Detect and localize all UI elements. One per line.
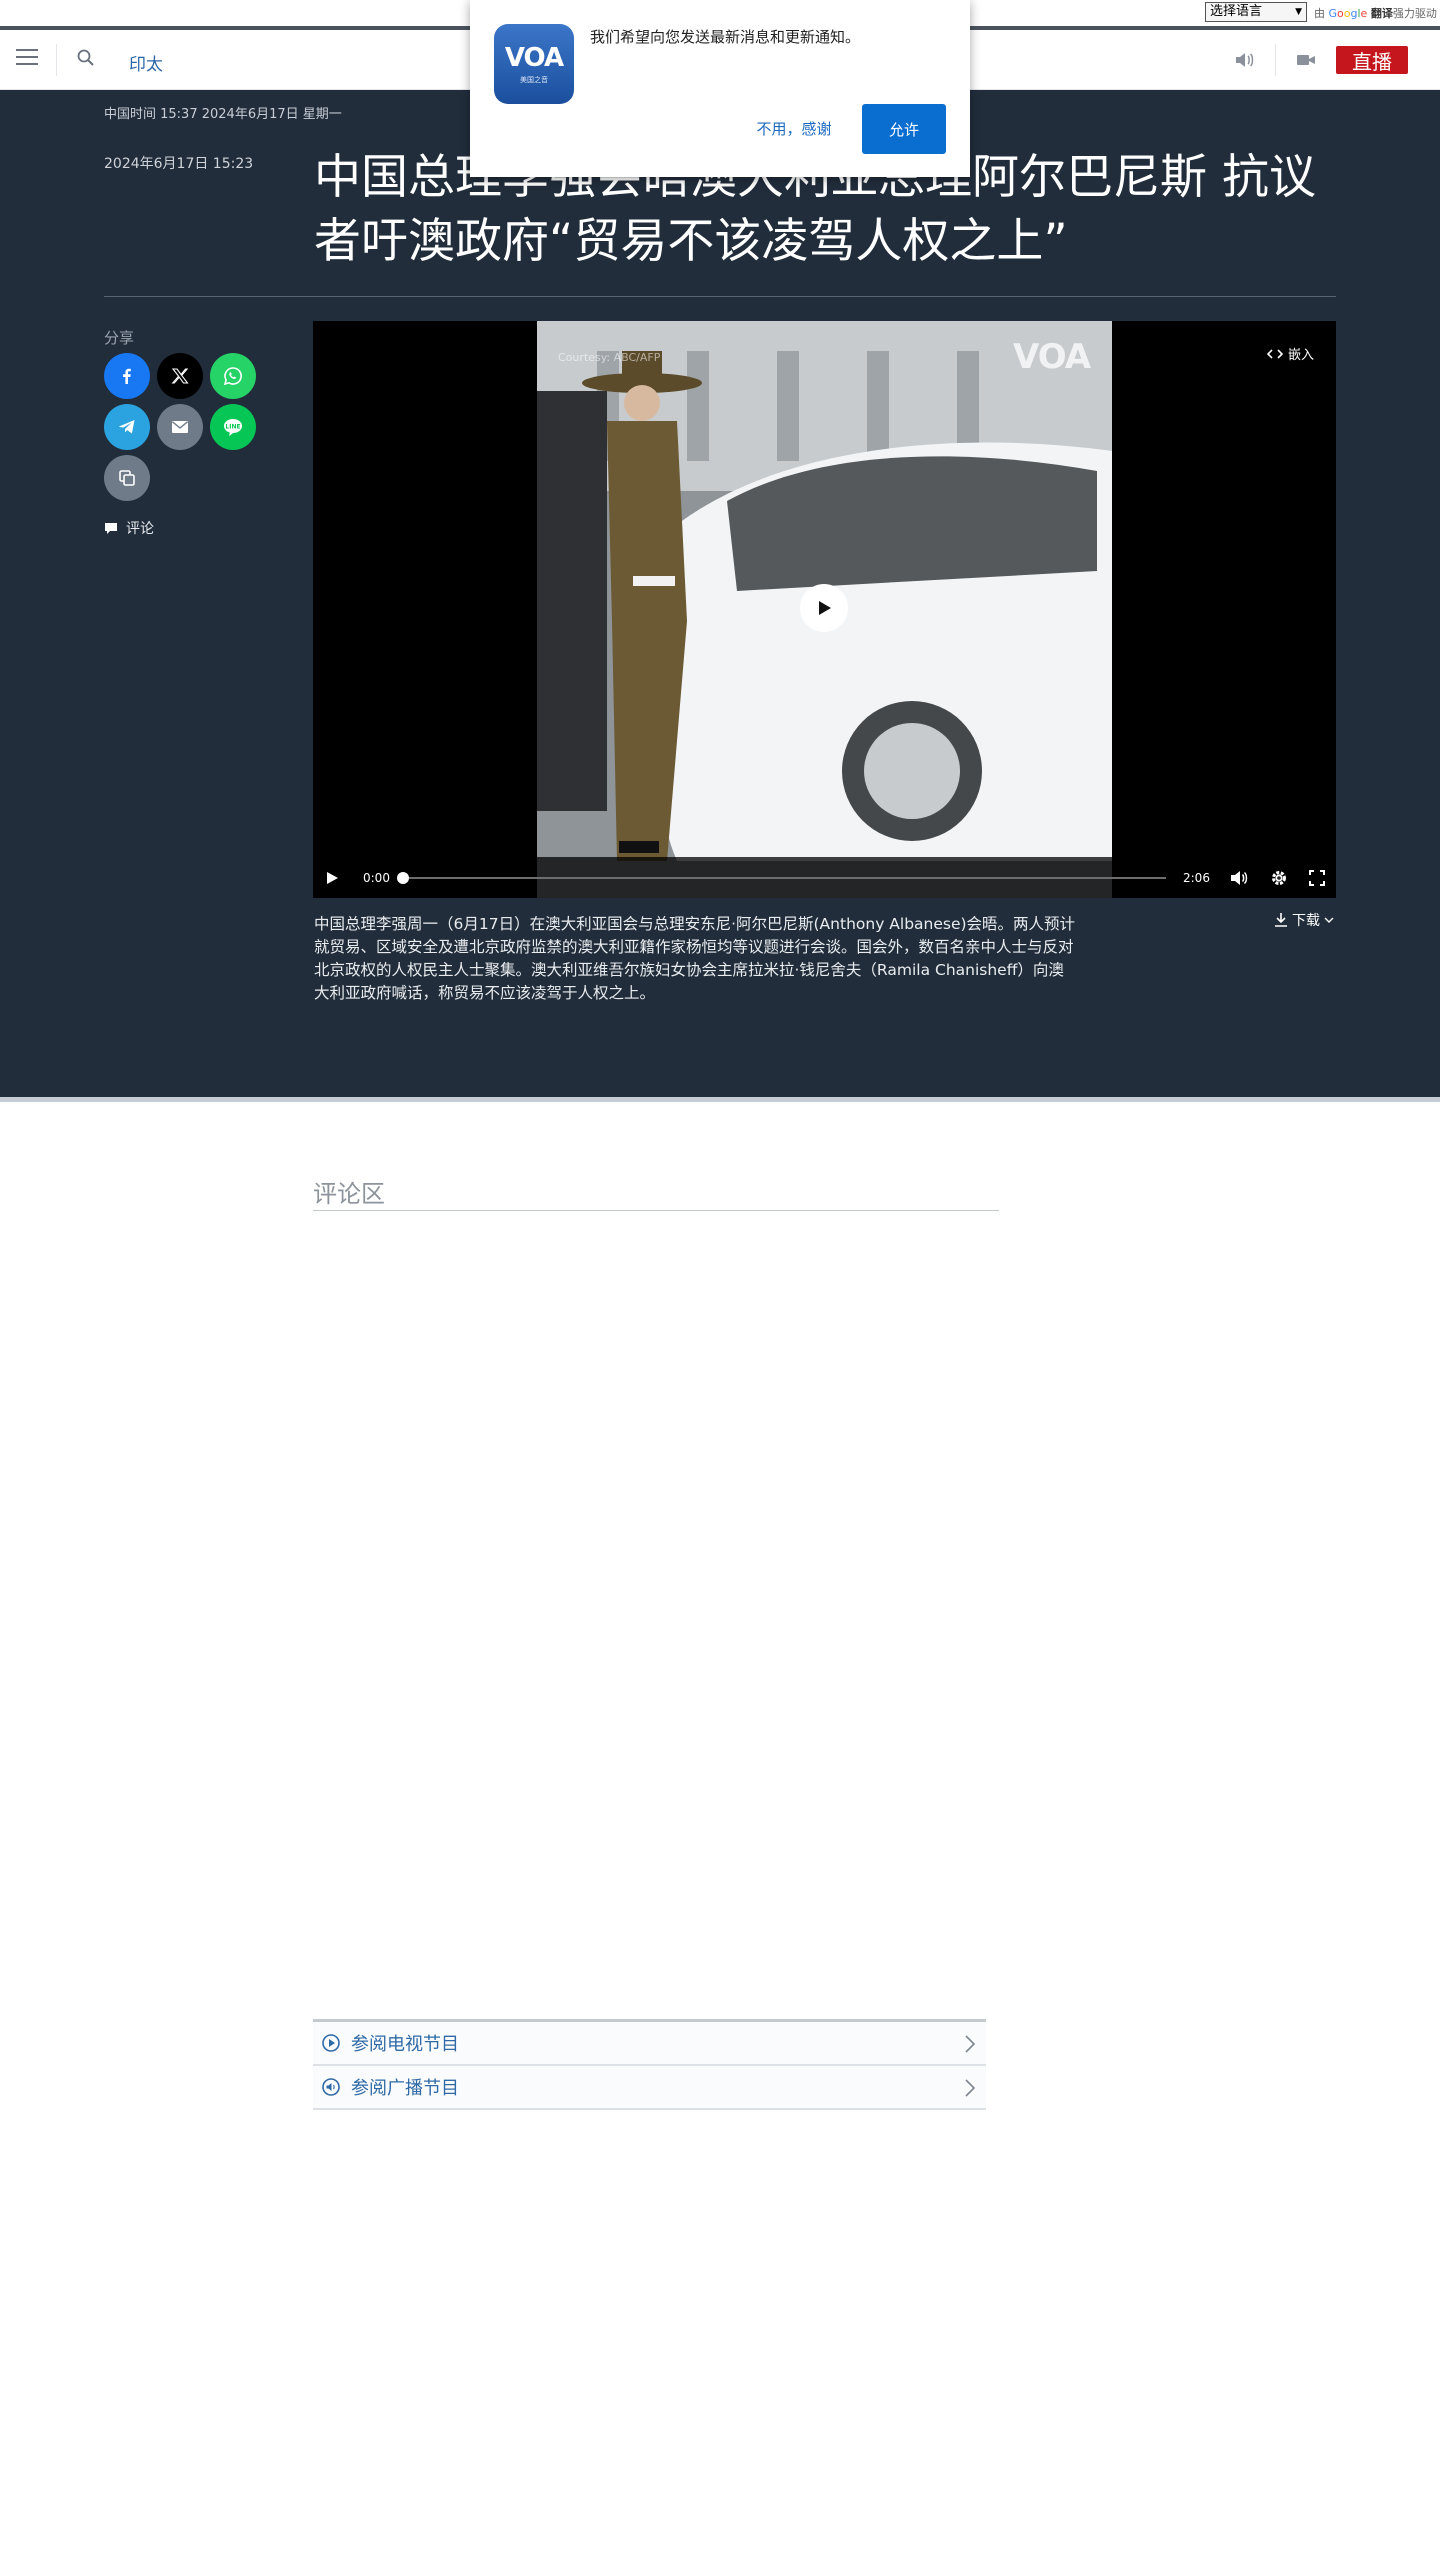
svg-text:LINE: LINE (225, 424, 240, 431)
translate-powered-by: 由 Google 翻译强力驱动 (1314, 5, 1437, 21)
play-icon (327, 871, 338, 884)
header-divider (56, 44, 57, 76)
x-logo-icon (171, 368, 189, 384)
program-links: 参阅电视节目 参阅广播节目 (313, 2019, 986, 2110)
telegram-share-button[interactable] (104, 404, 150, 450)
video-player[interactable]: Courtesy: ABC/AFP VOA 嵌入 0:00 2:06 (313, 321, 1336, 898)
voa-app-logo: VOA 美国之音 (494, 24, 574, 104)
comment-link-label: 评论 (126, 521, 154, 537)
headline-divider (104, 296, 1336, 297)
deny-notifications-button[interactable]: 不用，感谢 (742, 104, 846, 152)
voa-watermark: VOA (1013, 337, 1091, 377)
section-link[interactable]: 印太 (129, 50, 163, 75)
facebook-icon (123, 368, 131, 384)
progress-track[interactable] (401, 877, 1166, 879)
copy-link-button[interactable] (104, 455, 150, 501)
hero-bottom-rule (0, 1097, 1440, 1102)
audio-circle-icon (322, 2078, 340, 2096)
whatsapp-icon (223, 367, 242, 386)
settings-button[interactable] (1270, 857, 1288, 898)
hamburger-menu-icon[interactable] (16, 49, 38, 67)
whatsapp-share-button[interactable] (210, 353, 256, 399)
play-icon (819, 601, 831, 615)
powered-word[interactable]: 翻译 (1371, 7, 1393, 20)
play-circle-icon (322, 2034, 340, 2052)
live-button[interactable]: 直播 (1336, 46, 1408, 74)
comments-section-title: 评论区 (313, 1180, 385, 1208)
line-icon: LINE (224, 419, 242, 436)
radio-programs-label: 参阅广播节目 (351, 2078, 459, 2099)
publish-date: 2024年6月17日 15:23 (104, 156, 254, 172)
language-select-value: 选择语言 (1210, 4, 1263, 19)
powered-suffix: 强力驱动 (1392, 7, 1437, 20)
download-label: 下载 (1292, 913, 1320, 929)
download-button[interactable]: 下载 (1274, 910, 1334, 930)
header-divider (1275, 44, 1276, 76)
current-time: 0:00 (363, 870, 390, 885)
tv-programs-label: 参阅电视节目 (351, 2034, 459, 2055)
code-brackets-icon (1267, 348, 1283, 359)
comments-divider (313, 1210, 999, 1211)
fullscreen-icon (1309, 869, 1325, 886)
x-share-button[interactable] (157, 353, 203, 399)
embed-label: 嵌入 (1288, 348, 1315, 363)
fullscreen-button[interactable] (1309, 857, 1325, 898)
copy-icon (119, 470, 135, 486)
language-select[interactable]: 选择语言 ▼ (1205, 2, 1307, 22)
tv-programs-link[interactable]: 参阅电视节目 (313, 2022, 986, 2066)
embed-button[interactable]: 嵌入 (1267, 344, 1314, 363)
play-button[interactable] (325, 857, 339, 898)
video-camera-icon[interactable] (1296, 51, 1316, 69)
search-icon[interactable] (76, 48, 96, 68)
duration: 2:06 (1183, 870, 1210, 885)
play-overlay-button[interactable] (800, 584, 848, 632)
gear-icon (1272, 870, 1286, 885)
chevron-right-icon (965, 2035, 976, 2053)
download-icon (1275, 913, 1287, 927)
speech-bubble-icon (105, 522, 117, 534)
line-share-button[interactable]: LINE (210, 404, 256, 450)
powered-prefix: 由 (1314, 7, 1325, 20)
notification-permission-dialog: VOA 美国之音 我们希望向您发送最新消息和更新通知。 不用，感谢 允许 (470, 0, 970, 177)
current-time-text: 中国时间 15:37 2024年6月17日 星期一 (104, 107, 342, 122)
facebook-share-button[interactable] (104, 353, 150, 399)
video-caption: 中国总理李强周一（6月17日）在澳大利亚国会与总理安东尼·阿尔巴尼斯(Antho… (314, 915, 1076, 1002)
notification-message: 我们希望向您发送最新消息和更新通知。 (590, 28, 861, 46)
progress-knob[interactable] (397, 872, 409, 884)
envelope-icon (172, 421, 188, 433)
video-controls-bar: 0:00 2:06 (313, 857, 1336, 898)
allow-notifications-button[interactable]: 允许 (862, 104, 946, 154)
voa-logo-text: VOA (504, 43, 564, 73)
chevron-down-icon: ▼ (1295, 7, 1302, 17)
comment-link[interactable]: 评论 (104, 518, 154, 538)
telegram-icon (119, 420, 135, 434)
chevron-right-icon (965, 2079, 976, 2097)
email-share-button[interactable] (157, 404, 203, 450)
video-courtesy: Courtesy: ABC/AFP (558, 351, 661, 364)
voa-logo-subtext: 美国之音 (520, 76, 548, 84)
radio-programs-link[interactable]: 参阅广播节目 (313, 2066, 986, 2110)
chevron-down-icon (1324, 917, 1334, 923)
speaker-icon (1231, 870, 1248, 885)
volume-button[interactable] (1230, 857, 1248, 898)
share-label: 分享 (104, 329, 135, 347)
google-logo: Google (1328, 7, 1368, 20)
audio-icon[interactable] (1233, 50, 1255, 70)
